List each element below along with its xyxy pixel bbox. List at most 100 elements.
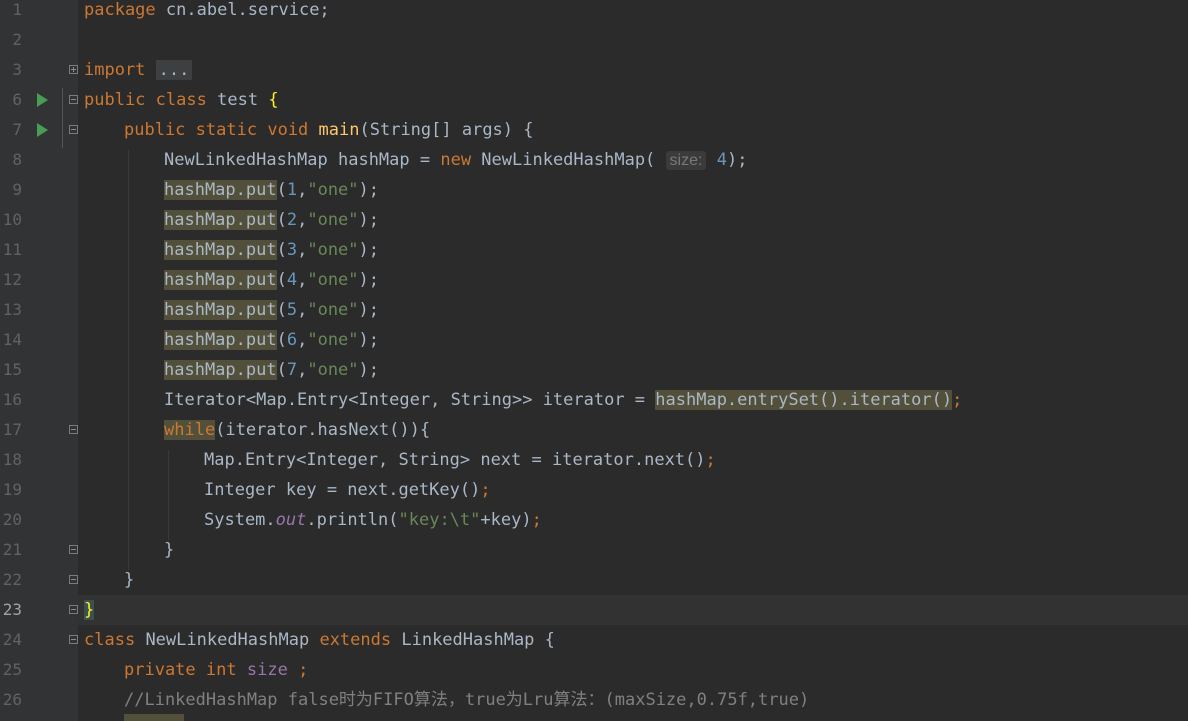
punct-token: ; — [952, 390, 963, 410]
code-line[interactable]: 25 private int size ; — [0, 655, 1188, 685]
code-line-current[interactable]: 23 } — [0, 595, 1188, 625]
string-token: "one" — [307, 300, 359, 320]
code-line[interactable]: 24 class NewLinkedHashMap extends Linked… — [0, 625, 1188, 655]
matched-brace-token: } — [84, 600, 95, 620]
code-text[interactable]: Integer key = next.getKey(); — [204, 475, 491, 505]
punct-token: ( — [276, 300, 287, 320]
punct-token: , — [297, 330, 308, 350]
code-line[interactable]: 3 import ... — [0, 55, 1188, 85]
code-line[interactable]: 12 hashMap.put(4,"one"); — [0, 265, 1188, 295]
line-number: 12 — [2, 270, 22, 289]
keyword-token: while — [164, 420, 216, 440]
code-line[interactable]: 2 — [0, 25, 1188, 55]
line-number: 13 — [2, 300, 22, 319]
code-text[interactable]: } — [164, 535, 174, 565]
punct-token: ( — [276, 330, 287, 350]
fold-collapse-icon[interactable] — [69, 95, 78, 104]
punct-token: ; — [531, 510, 542, 530]
parameter-hint: size: — [665, 151, 707, 170]
code-text[interactable]: private int size ; — [124, 655, 308, 685]
highlighted-usage: hashMap.put — [164, 330, 277, 350]
code-line[interactable]: 6 public class test { — [0, 85, 1188, 115]
string-token: "one" — [307, 210, 359, 230]
code-text[interactable]: } — [124, 565, 134, 595]
code-text[interactable]: package cn.abel.service; — [84, 0, 330, 25]
punct-token: ( — [276, 270, 287, 290]
class-name-token: NewLinkedHashMap — [145, 630, 310, 650]
code-text[interactable]: } — [84, 595, 95, 625]
line-number: 21 — [2, 540, 22, 559]
code-text[interactable]: Iterator<Map.Entry<Integer, String>> ite… — [164, 385, 962, 415]
number-token: 2 — [286, 210, 298, 230]
fold-expand-icon[interactable] — [69, 65, 78, 74]
code-text[interactable]: public class test { — [84, 85, 279, 115]
code-text[interactable]: hashMap.put(4,"one"); — [164, 265, 379, 295]
code-line[interactable]: 21 } — [0, 535, 1188, 565]
highlighted-usage: hashMap.entrySet().iterator() — [655, 390, 953, 410]
code-text[interactable]: Map.Entry<Integer, String> next = iterat… — [204, 445, 716, 475]
keyword-token: public — [84, 90, 146, 110]
superclass-token: LinkedHashMap { — [401, 630, 555, 650]
code-line[interactable]: 20 System.out.println("key:\t"+key); — [0, 505, 1188, 535]
code-text[interactable]: hashMap.put(1,"one"); — [164, 175, 379, 205]
declaration-token: Integer key = next.getKey() — [204, 480, 481, 500]
folded-imports-placeholder[interactable]: ... — [155, 60, 193, 80]
punct-token: , — [297, 270, 308, 290]
keyword-token: void — [267, 120, 309, 140]
code-line[interactable]: 22 } — [0, 565, 1188, 595]
keyword-token: class — [84, 630, 136, 650]
declaration-token: NewLinkedHashMap hashMap = — [164, 150, 441, 170]
code-line[interactable]: 11 hashMap.put(3,"one"); — [0, 235, 1188, 265]
fold-end-icon[interactable] — [69, 575, 78, 584]
code-text[interactable]: hashMap.put(3,"one"); — [164, 235, 379, 265]
fold-end-icon[interactable] — [69, 605, 78, 614]
code-text[interactable]: public static void main(String[] args) { — [124, 115, 534, 145]
declaration-token: Iterator<Map.Entry<Integer, String>> ite… — [164, 390, 656, 410]
code-line[interactable]: 8 NewLinkedHashMap hashMap = new NewLink… — [0, 145, 1188, 175]
code-editor[interactable]: 1 package cn.abel.service; 2 3 import ..… — [0, 0, 1188, 721]
code-line[interactable]: 17 while(iterator.hasNext()){ — [0, 415, 1188, 445]
code-line[interactable]: 7 public static void main(String[] args)… — [0, 115, 1188, 145]
code-text[interactable]: import ... — [84, 55, 193, 85]
line-number: 15 — [2, 360, 22, 379]
code-line[interactable]: 14 hashMap.put(6,"one"); — [0, 325, 1188, 355]
run-main-icon[interactable] — [37, 123, 48, 137]
punct-token: ); — [358, 360, 380, 380]
fold-collapse-icon[interactable] — [69, 125, 78, 134]
code-text[interactable]: class NewLinkedHashMap extends LinkedHas… — [84, 625, 555, 655]
constructor-token: NewLinkedHashMap( — [471, 150, 656, 170]
code-line[interactable]: 16 Iterator<Map.Entry<Integer, String>> … — [0, 385, 1188, 415]
line-number: 8 — [12, 150, 22, 169]
code-line[interactable]: 1 package cn.abel.service; — [0, 0, 1188, 25]
code-text[interactable]: System.out.println("key:\t"+key); — [204, 505, 542, 535]
run-class-icon[interactable] — [37, 93, 48, 107]
code-line[interactable]: 18 Map.Entry<Integer, String> next = ite… — [0, 445, 1188, 475]
code-line[interactable]: 26 //LinkedHashMap false时为FIFO算法，true为Lr… — [0, 685, 1188, 715]
fold-end-icon[interactable] — [69, 545, 78, 554]
number-token: 3 — [286, 240, 298, 260]
code-line[interactable]: 19 Integer key = next.getKey(); — [0, 475, 1188, 505]
code-text[interactable]: hashMap.put(6,"one"); — [164, 325, 379, 355]
code-text[interactable]: hashMap.put(5,"one"); — [164, 295, 379, 325]
brace-token: } — [164, 540, 175, 560]
highlighted-usage: hashMap.put — [164, 300, 277, 320]
code-text[interactable]: while(iterator.hasNext()){ — [164, 415, 430, 445]
fold-collapse-icon[interactable] — [69, 635, 78, 644]
code-line[interactable]: 9 hashMap.put(1,"one"); — [0, 175, 1188, 205]
code-text[interactable]: hashMap.put(7,"one"); — [164, 355, 379, 385]
code-text[interactable]: NewLinkedHashMap hashMap = new NewLinked… — [164, 145, 747, 175]
code-line[interactable]: 15 hashMap.put(7,"one"); — [0, 355, 1188, 385]
code-line[interactable]: 10 hashMap.put(2,"one"); — [0, 205, 1188, 235]
punct-token: ( — [276, 360, 287, 380]
punct-token: ; — [480, 480, 491, 500]
fold-collapse-icon[interactable] — [69, 425, 78, 434]
condition-token: (iterator.hasNext()){ — [215, 420, 431, 440]
line-number: 1 — [12, 0, 22, 19]
line-number: 20 — [2, 510, 22, 529]
string-token: "key:\t" — [398, 510, 481, 530]
code-line[interactable]: 13 hashMap.put(5,"one"); — [0, 295, 1188, 325]
punct-token: , — [297, 300, 308, 320]
params-token: (String[] args) { — [359, 120, 534, 140]
string-token: "one" — [307, 360, 359, 380]
code-text[interactable]: hashMap.put(2,"one"); — [164, 205, 379, 235]
